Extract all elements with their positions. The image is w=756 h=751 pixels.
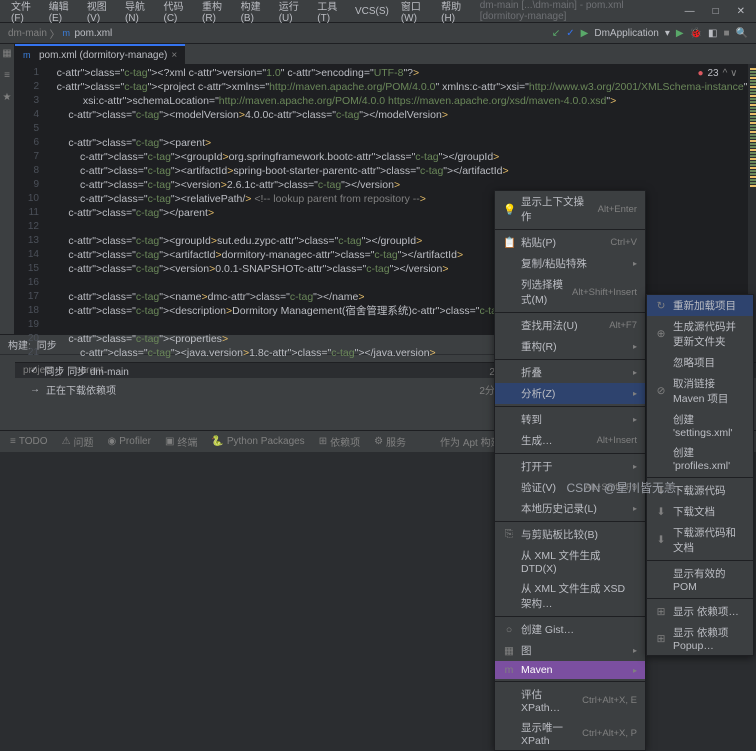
maven-icon: m (62, 28, 74, 38)
error-count: 23 (708, 68, 719, 79)
project-tool-icon[interactable]: ▦ (0, 48, 14, 62)
sb-deps[interactable]: ⊞ 依赖项 (319, 434, 360, 449)
context-menu-main: 💡显示上下文操作Alt+Enter 📋粘贴(P)Ctrl+V复制/粘贴特殊▸列选择… (494, 190, 646, 751)
menu-item[interactable]: 查找用法(U)Alt+F7 (495, 315, 645, 336)
menu-item[interactable]: 显示有效的 POM (647, 563, 753, 596)
menu-item[interactable]: 从 XML 文件生成 DTD(X) (495, 545, 645, 578)
menu-item[interactable]: ⬇下载源代码和文档 (647, 522, 753, 558)
menu-run[interactable]: 运行(U) (274, 0, 311, 26)
menu-item[interactable]: 创建 'settings.xml' (647, 409, 753, 442)
breadcrumb-root[interactable]: dm-main (8, 28, 47, 39)
menu-tools[interactable]: 工具(T) (312, 0, 348, 26)
run-icon[interactable]: ▶ (581, 28, 589, 39)
sb-terminal[interactable]: ▣ 终端 (165, 434, 197, 449)
maximize-icon[interactable]: □ (708, 4, 724, 19)
menu-item[interactable]: 打开于▸ (495, 456, 645, 477)
menu-refactor[interactable]: 重构(R) (197, 0, 234, 26)
coverage-icon[interactable]: ◧ (708, 28, 717, 39)
menu-item[interactable]: 复制/粘贴特殊▸ (495, 253, 645, 274)
menu-help[interactable]: 帮助(H) (436, 0, 473, 26)
menu-item[interactable]: 显示唯一 XPathCtrl+Alt+X, P (495, 717, 645, 750)
sb-todo[interactable]: ≡ TODO (10, 436, 48, 447)
menu-item[interactable]: 💡显示上下文操作Alt+Enter (495, 191, 645, 227)
menu-file[interactable]: 文件(F) (6, 0, 42, 26)
menu-window[interactable]: 窗口(W) (396, 0, 434, 26)
close-tab-icon[interactable]: × (171, 50, 177, 61)
menu-vcs[interactable]: VCS(S) (350, 4, 394, 19)
menu-item[interactable]: 折叠▸ (495, 362, 645, 383)
sb-problems[interactable]: ⚠ 问题 (62, 434, 94, 449)
window-title: dm-main [...\dm-main] - pom.xml [dormito… (475, 0, 668, 24)
menu-edit[interactable]: 编辑(E) (44, 0, 80, 26)
tab-pom-xml[interactable]: m pom.xml (dormitory-manage) × (15, 44, 185, 64)
menu-item[interactable]: ⬇下载文档 (647, 501, 753, 522)
menu-item[interactable]: 本地历史记录(L)▸ (495, 498, 645, 519)
search-icon[interactable]: 🔍 (736, 28, 748, 39)
bookmark-tool-icon[interactable]: ★ (0, 92, 14, 106)
context-menu-maven: ↻重新加载项目⊕生成源代码并更新文件夹忽略项目⊘取消链接 Maven 项目创建 … (646, 294, 754, 656)
menu-item[interactable]: ▦图▸ (495, 640, 645, 661)
menu-item[interactable]: 分析(Z)▸ (495, 383, 645, 404)
menu-item[interactable]: 转到▸ (495, 409, 645, 430)
watermark: CSDN @星川皆无恙 (566, 479, 676, 496)
line-numbers: 123456789101112131415161718192021 (15, 64, 45, 362)
error-indicator[interactable]: ● 23 ^ ∨ (697, 68, 737, 79)
run-button[interactable]: ▶ (676, 28, 684, 39)
menu-item[interactable]: mMaven▸ (495, 661, 645, 679)
git-icon2[interactable]: ✓ (566, 28, 574, 39)
menu-item[interactable]: ⊘取消链接 Maven 项目 (647, 373, 753, 409)
run-config[interactable]: DmApplication (594, 28, 658, 39)
breadcrumb-file[interactable]: pom.xml (74, 28, 112, 39)
close-icon[interactable]: ✕ (732, 4, 750, 19)
sb-services[interactable]: ⚙ 服务 (374, 434, 406, 449)
menu-item[interactable]: 生成…Alt+Insert (495, 430, 645, 451)
menu-code[interactable]: 代码(C) (158, 0, 195, 26)
menubar: 文件(F) 编辑(E) 视图(V) 导航(N) 代码(C) 重构(R) 构建(B… (0, 0, 756, 22)
menu-item[interactable]: 从 XML 文件生成 XSD 架构… (495, 578, 645, 614)
stop-icon[interactable]: ■ (724, 28, 730, 39)
menu-item[interactable]: 📋粘贴(P)Ctrl+V (495, 232, 645, 253)
error-icon: ● (697, 68, 703, 79)
menu-item[interactable]: ⊕生成源代码并更新文件夹 (647, 316, 753, 352)
tab-label: pom.xml (dormitory-manage) (39, 50, 167, 61)
debug-icon[interactable]: 🐞 (690, 28, 702, 39)
menu-item[interactable]: 忽略项目 (647, 352, 753, 373)
menu-nav[interactable]: 导航(N) (120, 0, 157, 26)
menu-view[interactable]: 视图(V) (82, 0, 118, 26)
git-icon[interactable]: ↙ (552, 28, 560, 39)
menu-item[interactable]: ⊞显示 依赖项… (647, 601, 753, 622)
minimize-icon[interactable]: — (680, 4, 700, 19)
menu-item[interactable]: 评估 XPath…Ctrl+Alt+X, E (495, 684, 645, 717)
maven-icon: m (23, 50, 35, 60)
menu-item[interactable]: 列选择模式(M)Alt+Shift+Insert (495, 274, 645, 310)
structure-tool-icon[interactable]: ≡ (0, 70, 14, 84)
menu-item[interactable]: ↻重新加载项目 (647, 295, 753, 316)
menu-item[interactable]: ⎘与剪贴板比较(B) (495, 524, 645, 545)
menu-item[interactable]: ⊞显示 依赖项 Popup… (647, 622, 753, 655)
menu-item[interactable]: ○创建 Gist… (495, 619, 645, 640)
menu-build[interactable]: 构建(B) (236, 0, 272, 26)
sb-profiler[interactable]: ◉ Profiler (108, 436, 151, 447)
menu-item[interactable]: 重构(R)▸ (495, 336, 645, 357)
sb-python[interactable]: 🐍 Python Packages (211, 436, 304, 447)
left-gutter: ▦ ≡ ★ (0, 44, 15, 334)
menu-item[interactable]: 创建 'profiles.xml' (647, 442, 753, 475)
